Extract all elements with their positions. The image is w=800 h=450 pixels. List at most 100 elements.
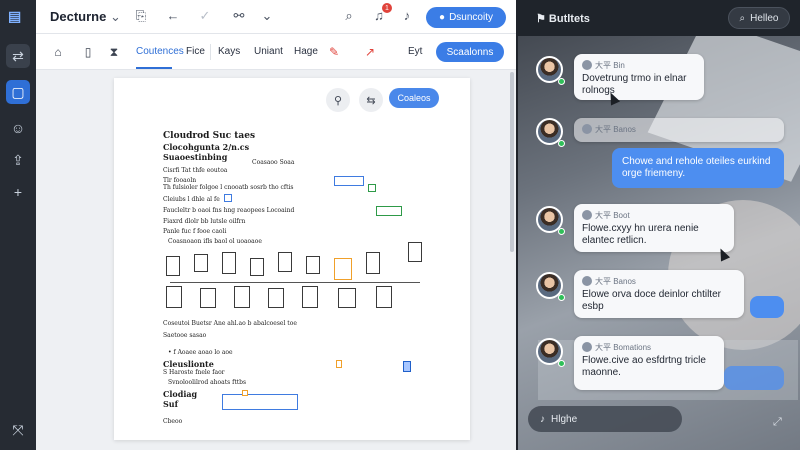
diagram-node xyxy=(408,242,422,262)
notification-badge: 1 xyxy=(382,3,392,13)
scrollbar[interactable] xyxy=(510,72,514,252)
home-icon[interactable]: ⌂ xyxy=(50,45,66,59)
divider xyxy=(210,44,211,60)
chat-message[interactable]: 大平 Bomations Flowe.cive ao esfdrtng tric… xyxy=(574,336,724,390)
message-text: Dovetrung trmo in elnar rolnogs xyxy=(582,73,687,96)
chat-input[interactable]: ♪ Hlghe xyxy=(528,406,682,432)
highlight-mark xyxy=(242,390,248,396)
chat-message[interactable]: 大平 Banos Elowe orva doce deinlor chtilte… xyxy=(574,270,744,318)
tab-uniant[interactable]: Uniant xyxy=(254,46,283,57)
online-status-icon xyxy=(558,140,565,147)
format-icon[interactable]: ⎘ xyxy=(132,8,150,24)
doc-section: Suaoestinbing xyxy=(163,152,228,162)
online-status-icon xyxy=(558,294,565,301)
doc-line: Fiaxrd dlolr bb lutsle oilfrn xyxy=(163,218,246,225)
message-text: Elowe orva doce deinlor chtilter esbp xyxy=(582,289,721,312)
diagram-node xyxy=(194,254,208,272)
doc-line: Cisrfi Tat thfe eoutoa xyxy=(163,167,228,174)
diagram-node xyxy=(338,288,356,308)
doc-line: Cbeoo xyxy=(163,418,183,425)
search-button[interactable]: ⌕ Helleo xyxy=(728,7,790,29)
rail-people-icon[interactable]: ☺ xyxy=(6,116,30,140)
rail-expand-icon[interactable]: ⤧ xyxy=(6,418,30,442)
doc-line: Panle fuc f fooe caoli xyxy=(163,228,227,235)
selection-box[interactable] xyxy=(222,394,298,410)
doc-subheading: Clocohgunta 2/n.cs xyxy=(163,142,250,152)
tab-coutences[interactable]: Coutences xyxy=(136,46,184,57)
doc-line: Cleuslionte xyxy=(163,359,214,369)
diagram-node xyxy=(376,286,392,308)
message-text: Flowe.cive ao esfdrtng tricle maonne. xyxy=(582,355,706,378)
online-status-icon xyxy=(558,78,565,85)
doc-line: Suf xyxy=(163,399,179,409)
doc-caption: Coasaoo Soaa xyxy=(252,159,295,166)
page-action-button[interactable]: Coaleos xyxy=(389,88,439,108)
diagram-node xyxy=(366,252,380,274)
figure-box xyxy=(368,184,376,192)
chat-message[interactable]: 大平 Bin Dovetrung trmo in elnar rolnogs xyxy=(574,54,704,100)
sender-name: 大平 Banos xyxy=(582,276,636,287)
mini-avatar xyxy=(582,210,592,220)
send-button[interactable]: Scaalonns xyxy=(436,42,504,62)
hourglass-icon[interactable]: ⧗ xyxy=(106,45,122,60)
check-icon[interactable]: ✓ xyxy=(196,8,214,24)
chevron-down-icon[interactable]: ⌄ xyxy=(258,8,276,24)
doc-bullet: Svnoloolilrod ahoats fttbs xyxy=(168,379,247,386)
search-icon[interactable]: ⌕ xyxy=(340,8,358,24)
arrow-tool-icon[interactable]: ↗ xyxy=(362,45,378,59)
back-arrow-icon[interactable]: ← xyxy=(164,8,182,23)
chat-message[interactable]: 大平 Banos xyxy=(574,118,784,142)
mic-icon[interactable]: ♪ xyxy=(540,414,545,425)
translate-icon[interactable]: ⇆ xyxy=(359,88,383,112)
expand-icon[interactable]: ⤢ xyxy=(773,416,782,429)
tab-hage[interactable]: Hage xyxy=(294,46,318,57)
left-rail: ▤ ⇄ ▢ ☺ ⇪ + ⤧ xyxy=(0,0,36,450)
outgoing-message[interactable] xyxy=(724,366,784,390)
share-button[interactable]: ● Dsuncoity xyxy=(426,7,506,28)
doc-bullet: • f Aoaee aoao lo aoe xyxy=(168,349,233,356)
link-icon[interactable]: ⚯ xyxy=(230,8,248,24)
doc-line: Coseutoi Buetsr Ane ahl.ao b abalcoesel … xyxy=(163,320,297,327)
doc-topbar: Decturne ⌄ ⎘ ← ✓ ⚯ ⌄ ⌕ ♫ 1 ♪ ● Dsuncoity xyxy=(36,0,516,34)
message-text: Flowe.cxyy hn urera nenie elantec retlic… xyxy=(582,223,699,246)
mini-avatar xyxy=(582,342,592,352)
doc-title[interactable]: Decturne ⌄ xyxy=(50,9,121,25)
active-tab-indicator xyxy=(136,67,172,69)
tab-fice[interactable]: Fice xyxy=(186,46,205,57)
document-pane: Decturne ⌄ ⎘ ← ✓ ⚯ ⌄ ⌕ ♫ 1 ♪ ● Dsuncoity … xyxy=(36,0,516,450)
highlight-mark xyxy=(336,360,342,368)
search-icon: ⌕ xyxy=(739,12,746,24)
outgoing-message[interactable]: Chowe and rehole oteiles eurkind orge fr… xyxy=(612,148,784,188)
diagram-node xyxy=(334,258,352,280)
diagram-node xyxy=(278,252,292,272)
user-icon: ● xyxy=(439,12,446,23)
sender-name: 大平 Bomations xyxy=(582,342,651,353)
diagram-node xyxy=(166,256,180,276)
app-logo-icon[interactable]: ▤ xyxy=(8,8,28,24)
diagram-node xyxy=(302,286,318,308)
edit-button[interactable]: Eyt xyxy=(408,46,422,57)
diagram-connector xyxy=(170,282,420,283)
pen-tool-icon[interactable]: ✎ xyxy=(326,45,342,59)
rail-collapse-icon[interactable]: ⇄ xyxy=(6,44,30,68)
rail-add-icon[interactable]: + xyxy=(6,180,30,204)
pin-icon[interactable]: ⚲ xyxy=(326,88,350,112)
doc-heading: Cloudrod Suc taes xyxy=(163,131,256,141)
mouse-cursor-icon xyxy=(403,361,411,372)
doc-line: Clodiag xyxy=(163,389,198,399)
chat-title: ⚑ Butltets xyxy=(536,13,590,25)
bell-icon[interactable]: ♪ xyxy=(398,8,416,23)
rail-documents-icon[interactable]: ▢ xyxy=(6,80,30,104)
chat-message[interactable]: 大平 Boot Flowe.cxyy hn urera nenie elante… xyxy=(574,204,734,252)
diagram-node xyxy=(250,258,264,276)
page-icon[interactable]: ▯ xyxy=(80,45,96,59)
sender-name: 大平 Bin xyxy=(582,60,625,71)
rail-upload-icon[interactable]: ⇪ xyxy=(6,148,30,172)
doc-line: Faucleltr b oaoi fns hng reaopees Locoai… xyxy=(163,207,295,214)
outgoing-message[interactable] xyxy=(750,296,784,318)
doc-line: Tlr fooaoln xyxy=(163,177,197,184)
sender-name: 大平 Boot xyxy=(582,210,630,221)
tab-kays[interactable]: Kays xyxy=(218,46,240,57)
sender-name: 大平 Banos xyxy=(582,124,636,135)
diagram-node xyxy=(234,286,250,308)
